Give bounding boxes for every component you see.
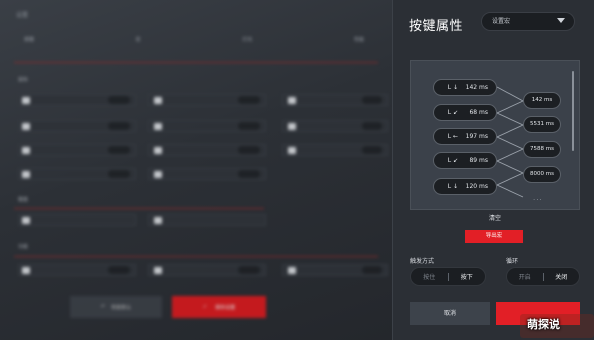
trigger-mode-toggle[interactable]: 按住 按下 xyxy=(410,267,486,286)
key-duration: 197 ms xyxy=(465,133,488,140)
clear-button[interactable]: 清空 xyxy=(410,213,580,222)
key-duration: 120 ms xyxy=(465,183,488,190)
sequence-delay-step[interactable]: 142 ms xyxy=(523,92,561,109)
key-action: L ↙ xyxy=(447,109,458,116)
key-duration: 89 ms xyxy=(469,157,488,164)
sequence-key-step[interactable]: L ↙ 89 ms xyxy=(433,152,497,169)
export-macro-button[interactable]: 导出宏 xyxy=(465,230,523,243)
key-properties-panel: 按键属性 设置宏 L ↓ 142 ms L ↙ 68 ms L ← 197 ms… xyxy=(392,0,594,340)
watermark-text: 萌探说 xyxy=(527,318,560,331)
background-section-label: 鼠标 xyxy=(18,77,29,83)
check-icon: ✓ xyxy=(202,304,208,310)
sequence-key-step[interactable]: L ↓ 120 ms xyxy=(433,178,497,195)
key-duration: 68 ms xyxy=(469,109,488,116)
loop-toggle[interactable]: 开启 关闭 xyxy=(506,267,580,286)
chevron-down-icon xyxy=(557,18,565,23)
macro-select-value: 设置宏 xyxy=(492,18,511,25)
trigger-mode-label: 触发方式 xyxy=(410,258,435,265)
background-tab: 按键 xyxy=(24,37,35,43)
more-steps-indicator: ··· xyxy=(533,196,543,204)
background-save-label: 保存设置 xyxy=(215,304,236,311)
background-section-label: 功能 xyxy=(18,244,29,250)
key-duration: 142 ms xyxy=(465,84,488,91)
cancel-button[interactable]: 取消 xyxy=(410,302,490,325)
background-tabs: 按键 宏 灯光 性能 xyxy=(24,36,364,43)
loop-label: 循环 xyxy=(506,258,519,265)
background-reset-label: 恢复默认 xyxy=(111,304,132,311)
loop-option-on[interactable]: 开启 xyxy=(507,272,543,281)
macro-sequence-editor[interactable]: L ↓ 142 ms L ↙ 68 ms L ← 197 ms L ↙ 89 m… xyxy=(410,60,580,210)
sequence-key-step[interactable]: L ← 197 ms xyxy=(433,128,497,145)
key-action: L ↓ xyxy=(447,183,458,190)
undo-icon: ↶ xyxy=(100,304,106,310)
sequence-scrollbar[interactable] xyxy=(572,71,574,151)
key-action: L ↓ xyxy=(447,84,458,91)
macro-select[interactable]: 设置宏 xyxy=(481,12,575,31)
background-title: 设置 xyxy=(16,12,29,19)
trigger-option-hold[interactable]: 按住 xyxy=(411,272,448,281)
key-action: L ↙ xyxy=(447,157,458,164)
background-section-label: 键盘 xyxy=(18,197,29,203)
background-divider xyxy=(14,62,378,63)
background-save-button: ✓ 保存设置 xyxy=(172,296,266,318)
key-action: L ← xyxy=(447,133,458,140)
trigger-option-press[interactable]: 按下 xyxy=(449,272,486,281)
background-settings-view: 设置 按键 宏 灯光 性能 鼠标 键盘 功能 ↶ 恢复默认 ✓ 保存设置 xyxy=(0,0,392,340)
background-reset-button: ↶ 恢复默认 xyxy=(70,296,162,318)
loop-option-off[interactable]: 关闭 xyxy=(544,272,580,281)
panel-title: 按键属性 xyxy=(409,19,464,34)
background-tab: 灯光 xyxy=(242,37,253,43)
background-tab: 宏 xyxy=(135,37,141,43)
sequence-delay-step[interactable]: 5531 ms xyxy=(523,116,561,133)
sequence-key-step[interactable]: L ↓ 142 ms xyxy=(433,79,497,96)
sequence-delay-step[interactable]: 8000 ms xyxy=(523,166,561,183)
background-tab: 性能 xyxy=(353,37,364,43)
sequence-delay-step[interactable]: 7588 ms xyxy=(523,141,561,158)
sequence-key-step[interactable]: L ↙ 68 ms xyxy=(433,104,497,121)
